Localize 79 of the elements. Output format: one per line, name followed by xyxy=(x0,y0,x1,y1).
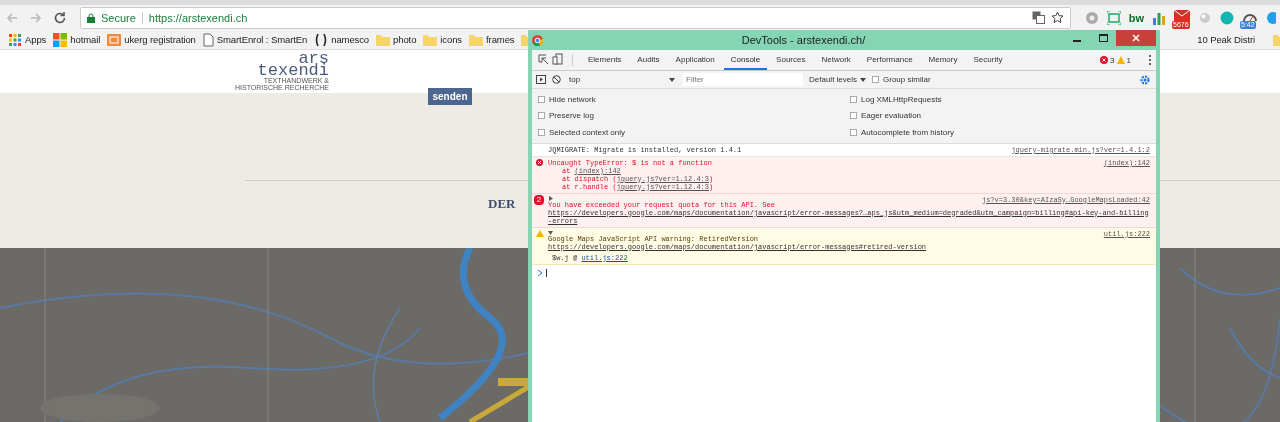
settings-icon[interactable] xyxy=(1140,74,1150,85)
devtools-tab[interactable]: Application xyxy=(668,50,722,70)
checkbox[interactable] xyxy=(850,128,857,136)
checkbox[interactable] xyxy=(538,128,545,136)
secure-label: Secure xyxy=(101,11,136,24)
checkbox[interactable] xyxy=(538,112,545,120)
filter-field[interactable]: Filter xyxy=(683,73,803,86)
frame-icon[interactable] xyxy=(1106,10,1121,25)
prompt-chevron-icon xyxy=(538,269,542,276)
maximize-icon xyxy=(1098,34,1108,42)
checkbox-label: Autocomplete from history xyxy=(861,127,954,137)
bookmark[interactable]: namesco xyxy=(314,32,370,47)
bookmark[interactable]: frames xyxy=(469,33,515,46)
close-icon xyxy=(1132,34,1140,42)
menu-icon[interactable] xyxy=(1148,54,1152,66)
checkbox[interactable] xyxy=(538,95,545,103)
section-heading: DER xyxy=(488,196,516,212)
chrome-logo-icon xyxy=(532,34,543,46)
repeat-count-badge: 2 xyxy=(534,194,544,205)
error-icon xyxy=(1100,56,1109,64)
send-button[interactable]: senden xyxy=(428,88,472,105)
checkbox-label: Preserve log xyxy=(549,111,594,121)
disc-icon[interactable] xyxy=(1084,10,1099,25)
bookmark[interactable]: photo xyxy=(376,33,417,46)
folder-icon xyxy=(376,33,391,46)
checkbox-label: Hide network xyxy=(549,94,596,104)
warning-icon xyxy=(1116,56,1125,64)
bookmark[interactable]: hotmail xyxy=(53,32,101,47)
devtools-tab[interactable]: Performance xyxy=(859,50,920,70)
url-text[interactable]: https://arstexendi.ch xyxy=(148,11,1026,24)
devtools-tab[interactable]: Elements xyxy=(581,50,629,70)
bookmark[interactable]: icons xyxy=(423,33,463,46)
address-bar[interactable]: Secure https://arstexendi.ch xyxy=(80,6,1071,29)
devtools-tab[interactable]: Network xyxy=(814,50,858,70)
checkbox[interactable] xyxy=(850,95,857,103)
checkbox-label: Eager evaluation xyxy=(861,111,922,121)
folder-icon xyxy=(469,33,484,46)
devtools-tab[interactable]: Security xyxy=(966,50,1010,70)
levels-dropdown[interactable]: Default levels xyxy=(809,75,867,84)
bar-chart-icon[interactable] xyxy=(1152,10,1166,25)
bookmark[interactable]: 10 Peak Distri xyxy=(1197,34,1255,45)
page-icon xyxy=(202,32,214,47)
ball-icon[interactable] xyxy=(1198,10,1212,25)
collapsed-triangle-icon[interactable] xyxy=(548,195,553,201)
caret-icon xyxy=(669,77,675,82)
clear-console-icon[interactable] xyxy=(552,75,561,84)
folder-icon xyxy=(423,33,438,46)
devtools-tab[interactable]: Audits xyxy=(630,50,667,70)
bookmark[interactable]: Apps xyxy=(8,32,47,47)
mail-icon xyxy=(1174,9,1190,22)
lock-icon xyxy=(87,12,95,23)
error-icon xyxy=(536,158,543,166)
chat-icon[interactable] xyxy=(1266,10,1276,25)
extension-label[interactable]: bw xyxy=(1128,11,1144,24)
devtools-tab[interactable]: Memory xyxy=(921,50,965,70)
brackets-icon xyxy=(314,32,329,47)
checkbox[interactable] xyxy=(850,112,857,120)
circle-icon[interactable] xyxy=(1220,10,1234,25)
caret-icon xyxy=(860,77,867,82)
bookmark[interactable]: ukerg registration xyxy=(107,33,196,46)
expanded-triangle-icon[interactable] xyxy=(548,229,553,235)
devtools-tab[interactable]: Sources xyxy=(769,50,813,70)
context-dropdown[interactable]: top xyxy=(567,75,677,84)
folder-icon[interactable] xyxy=(521,33,530,46)
translate-icon[interactable] xyxy=(1031,11,1045,24)
apps-grid-icon xyxy=(8,32,22,47)
framed-square-icon xyxy=(107,33,122,46)
sidebar-toggle-icon[interactable] xyxy=(536,75,546,84)
checkbox-label: Selected context only xyxy=(549,127,626,137)
checkbox-label: Log XMLHttpRequests xyxy=(861,94,942,104)
window-title: DevTools - arstexendi.ch/ xyxy=(740,34,867,46)
checkbox-label: Group similar xyxy=(883,75,931,84)
reload-icon[interactable] xyxy=(52,9,68,26)
checkbox[interactable] xyxy=(872,76,880,83)
bookmark[interactable]: SmartEnrol : SmartEn xyxy=(202,32,308,47)
warning-count[interactable]: 1 xyxy=(1126,55,1131,65)
error-count[interactable]: 3 xyxy=(1110,55,1115,65)
star-icon[interactable] xyxy=(1050,11,1064,24)
windows-logo-icon xyxy=(53,32,68,47)
